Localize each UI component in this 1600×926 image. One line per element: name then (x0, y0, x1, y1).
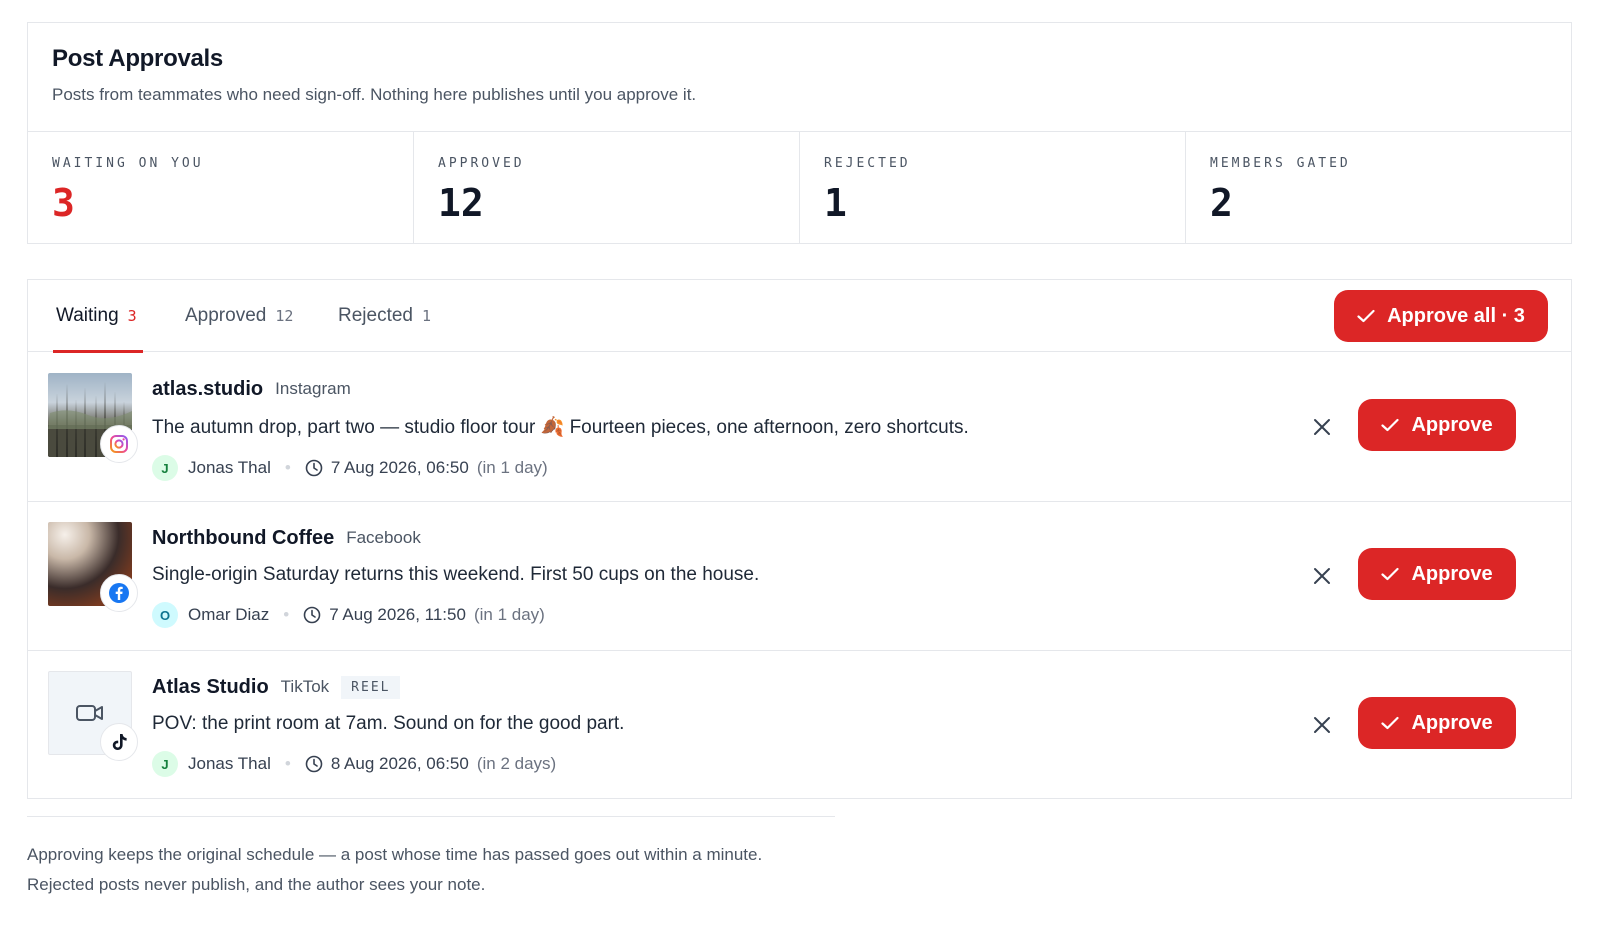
tab-count: 3 (127, 307, 137, 325)
footer-note: Rejected posts never publish, and the au… (27, 875, 486, 894)
reject-button[interactable] (1308, 562, 1336, 590)
approve-all-button[interactable]: Approve all · 3 (1334, 290, 1548, 342)
post-text: POV: the print room at 7am. Sound on for… (152, 713, 625, 734)
post-text: Single-origin Saturday returns this week… (152, 564, 760, 585)
approve-button[interactable]: Approve (1358, 548, 1516, 600)
tab-waiting[interactable]: Waiting 3 (53, 280, 143, 353)
account-name: atlas.studio (152, 377, 264, 400)
account-line: atlas.studio Instagram (152, 377, 1291, 401)
meta-separator: • (284, 754, 291, 773)
avatar: O (152, 602, 178, 628)
stat-approved: APPROVED 12 (414, 132, 800, 243)
facebook-icon (109, 583, 129, 603)
video-camera-icon (76, 705, 103, 721)
approve-label: Approve (1411, 562, 1493, 585)
close-icon (1314, 419, 1330, 435)
tab-label: Approved (185, 305, 267, 326)
stat-value: 3 (52, 181, 75, 225)
stat-label: APPROVED (438, 156, 525, 171)
stat-value: 12 (438, 181, 484, 225)
check-icon (1381, 567, 1400, 581)
check-icon (1357, 309, 1375, 323)
tiktok-icon (112, 734, 127, 750)
post-type-tag: REEL (341, 675, 401, 699)
approve-label: Approve (1411, 711, 1493, 734)
instagram-icon (110, 435, 128, 453)
page-title: Post Approvals (52, 45, 223, 72)
tab-count: 1 (422, 307, 432, 325)
tab-count: 12 (275, 307, 294, 325)
account-name: Atlas Studio (152, 675, 269, 698)
platform-badge (100, 723, 138, 761)
author-name: Omar Diaz (188, 605, 270, 624)
platform-badge (100, 425, 138, 463)
meta-separator: • (283, 605, 290, 624)
post-meta: O Omar Diaz • 7 Aug 2026, 11:50 (in 1 da… (152, 602, 1291, 628)
post-row: atlas.studio Instagram The autumn drop, … (28, 353, 1571, 502)
post-body: Northbound Coffee Facebook Single-origin… (152, 526, 1291, 628)
avatar: J (152, 455, 178, 481)
scheduled-time: 8 Aug 2026, 06:50 (330, 754, 469, 773)
post-meta: J Jonas Thal • 8 Aug 2026, 06:50 (in 2 d… (152, 751, 1291, 777)
clock-icon (305, 459, 323, 477)
stat-label: MEMBERS GATED (1210, 156, 1351, 171)
check-icon (1381, 418, 1400, 432)
footer-note: Approving keeps the original schedule — … (27, 845, 763, 864)
page-subtitle: Posts from teammates who need sign-off. … (52, 85, 697, 104)
post-meta: J Jonas Thal • 7 Aug 2026, 06:50 (in 1 d… (152, 455, 1291, 481)
scheduled-time: 7 Aug 2026, 11:50 (329, 605, 466, 624)
relative-time: (in 2 days) (476, 754, 557, 773)
stat-label: REJECTED (824, 156, 911, 171)
stats-row: WAITING ON YOU 3 APPROVED 12 REJECTED 1 … (28, 132, 1571, 243)
platform-name: TikTok (280, 677, 330, 696)
post-row: Atlas Studio TikTok REEL POV: the print … (28, 651, 1571, 800)
stat-rejected: REJECTED 1 (800, 132, 1186, 243)
reject-button[interactable] (1308, 711, 1336, 739)
approval-queue-card: Waiting 3 Approved 12 Rejected 1 Approve… (27, 279, 1572, 799)
stat-value: 1 (824, 181, 847, 225)
account-line: Atlas Studio TikTok REEL (152, 675, 1291, 699)
header-top: Post Approvals Posts from teammates who … (28, 23, 1571, 132)
stat-value: 2 (1210, 181, 1233, 225)
reject-button[interactable] (1308, 413, 1336, 441)
approve-button[interactable]: Approve (1358, 399, 1516, 451)
tab-label: Waiting (56, 305, 119, 326)
relative-time: (in 1 day) (476, 458, 548, 477)
tab-approved[interactable]: Approved 12 (185, 280, 293, 352)
approve-button[interactable]: Approve (1358, 697, 1516, 749)
tab-label: Rejected (338, 305, 413, 326)
clock-icon (305, 755, 323, 773)
post-row: Northbound Coffee Facebook Single-origin… (28, 502, 1571, 651)
stat-label: WAITING ON YOU (52, 156, 204, 171)
stat-members-gated: MEMBERS GATED 2 (1186, 132, 1571, 243)
stat-waiting: WAITING ON YOU 3 (28, 132, 414, 243)
platform-name: Facebook (346, 528, 421, 547)
close-icon (1314, 568, 1330, 584)
tab-rejected[interactable]: Rejected 1 (338, 280, 431, 352)
platform-name: Instagram (275, 379, 351, 398)
post-body: atlas.studio Instagram The autumn drop, … (152, 377, 1291, 481)
footer-divider (27, 816, 835, 817)
close-icon (1314, 717, 1330, 733)
relative-time: (in 1 day) (473, 605, 545, 624)
account-name: Northbound Coffee (152, 526, 335, 549)
avatar: J (152, 751, 178, 777)
clock-icon (303, 606, 321, 624)
meta-separator: • (284, 458, 291, 477)
scheduled-time: 7 Aug 2026, 06:50 (330, 458, 469, 477)
approvals-header-card: Post Approvals Posts from teammates who … (27, 22, 1572, 244)
status-tabs: Waiting 3 Approved 12 Rejected 1 Approve… (28, 280, 1571, 353)
account-line: Northbound Coffee Facebook (152, 526, 1291, 550)
post-body: Atlas Studio TikTok REEL POV: the print … (152, 675, 1291, 777)
platform-badge (100, 574, 138, 612)
author-name: Jonas Thal (188, 458, 271, 477)
check-icon (1381, 716, 1400, 730)
post-text: The autumn drop, part two — studio floor… (152, 417, 969, 438)
approve-label: Approve (1411, 413, 1493, 436)
approve-all-label: Approve all · 3 (1387, 304, 1525, 327)
author-name: Jonas Thal (188, 754, 271, 773)
